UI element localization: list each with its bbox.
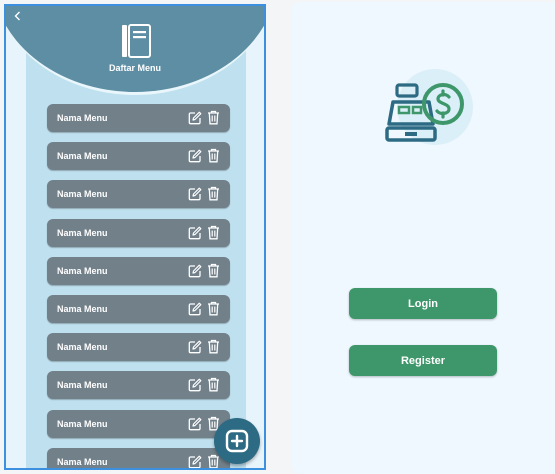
menu-item[interactable]: Nama Menu — [47, 333, 230, 362]
menu-item[interactable]: Nama Menu — [47, 180, 230, 209]
add-menu-button[interactable] — [214, 418, 260, 464]
register-button[interactable]: Register — [349, 345, 497, 376]
trash-icon[interactable] — [207, 339, 220, 354]
menu-item-label: Nama Menu — [57, 151, 108, 162]
menu-item[interactable]: Nama Menu — [47, 294, 230, 323]
trash-icon[interactable] — [207, 377, 220, 392]
trash-icon[interactable] — [207, 263, 220, 278]
edit-icon[interactable] — [188, 264, 202, 278]
menu-item[interactable]: Nama Menu — [47, 409, 230, 438]
menu-item[interactable]: Nama Menu — [47, 218, 230, 247]
book-icon — [122, 24, 151, 58]
chevron-left-icon — [14, 11, 20, 21]
cash-register-icon — [385, 69, 473, 145]
menu-item-label: Nama Menu — [57, 303, 108, 314]
menu-item-label: Nama Menu — [57, 227, 108, 238]
page-title: Daftar Menu — [108, 63, 161, 73]
menu-item[interactable]: Nama Menu — [47, 371, 230, 400]
edit-icon[interactable] — [188, 226, 202, 240]
menu-item[interactable]: Nama Menu — [47, 447, 230, 469]
auth-screen: Login Register — [292, 2, 555, 474]
edit-icon[interactable] — [188, 378, 202, 392]
menu-list: Nama Menu Nama Menu Nama Menu Nama Menu … — [47, 104, 230, 469]
menu-item-label: Nama Menu — [57, 342, 108, 353]
edit-icon[interactable] — [188, 417, 202, 431]
menu-item-label: Nama Menu — [57, 418, 108, 429]
menu-item-label: Nama Menu — [57, 113, 108, 123]
trash-icon[interactable] — [207, 225, 220, 240]
edit-icon[interactable] — [188, 149, 202, 163]
login-button[interactable]: Login — [349, 288, 497, 319]
menu-item-label: Nama Menu — [57, 456, 108, 467]
menu-item[interactable]: Nama Menu — [47, 256, 230, 285]
edit-icon[interactable] — [188, 187, 202, 201]
trash-icon[interactable] — [207, 148, 220, 163]
back-button[interactable] — [14, 10, 21, 24]
trash-icon[interactable] — [207, 110, 220, 125]
edit-icon[interactable] — [188, 111, 202, 125]
menu-item[interactable]: Nama Menu — [47, 142, 230, 171]
menu-item[interactable]: Nama Menu — [47, 104, 230, 132]
trash-icon[interactable] — [207, 454, 220, 469]
edit-icon[interactable] — [188, 455, 202, 469]
menu-item-label: Nama Menu — [57, 265, 108, 276]
edit-icon[interactable] — [188, 340, 202, 354]
trash-icon[interactable] — [207, 301, 220, 316]
add-square-icon — [225, 429, 249, 453]
edit-icon[interactable] — [188, 302, 202, 316]
menu-item-label: Nama Menu — [57, 380, 108, 391]
menu-item-label: Nama Menu — [57, 189, 108, 200]
trash-icon[interactable] — [207, 186, 220, 201]
menu-screen: Daftar Menu Nama Menu Nama Menu Nama Men… — [4, 4, 266, 470]
